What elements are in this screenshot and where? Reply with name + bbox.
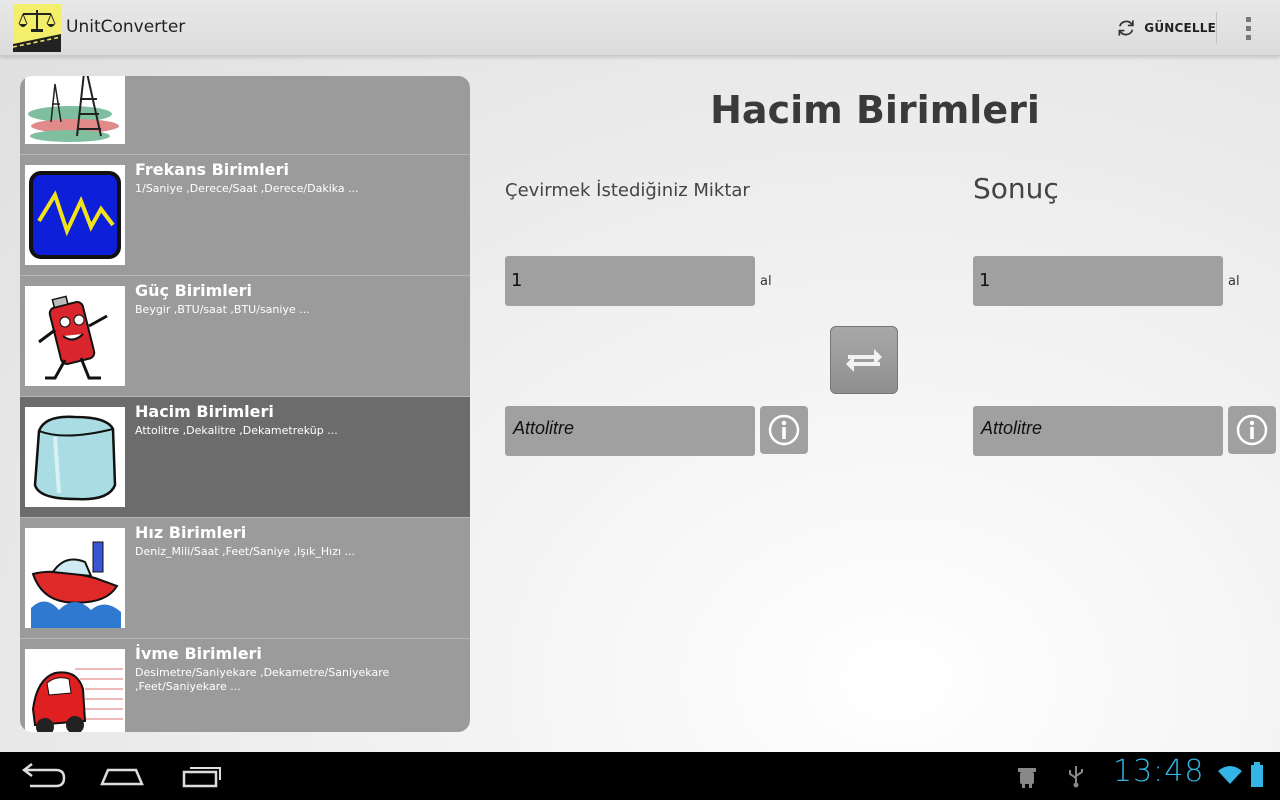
list-item-title: Güç Birimleri <box>135 281 253 300</box>
power-tower-icon <box>25 76 125 144</box>
action-bar-divider <box>1216 12 1217 44</box>
result-field[interactable]: 1 <box>973 256 1223 306</box>
category-list[interactable]: Frekans Birimleri 1/Saniye ,Derece/Saat … <box>20 76 470 732</box>
page-title: Hacim Birimleri <box>710 88 1040 132</box>
list-item-desc: Deniz_Mili/Saat ,Feet/Saniye ,Işık_Hızı … <box>135 545 356 558</box>
to-unit-info-button[interactable] <box>1228 406 1276 454</box>
racing-car-icon <box>25 649 125 732</box>
ice-cube-icon <box>25 407 125 507</box>
list-item-title: İvme Birimleri <box>135 644 262 663</box>
action-bar: UnitConverter GÜNCELLE <box>0 0 1280 56</box>
recent-apps-icon <box>182 767 221 788</box>
list-item-desc: 1/Saniye ,Derece/Saat ,Derece/Dakika ... <box>135 182 359 195</box>
result-label: Sonuç <box>973 172 1059 205</box>
overflow-menu-icon[interactable] <box>1236 14 1260 42</box>
app-title: UnitConverter <box>66 17 186 37</box>
wifi-icon <box>1218 766 1242 784</box>
swap-button[interactable] <box>830 326 898 394</box>
android-debug-icon <box>1018 768 1036 788</box>
usb-icon <box>1069 766 1083 788</box>
list-item-desc: Beygir ,BTU/saat ,BTU/saniye ... <box>135 303 310 316</box>
home-icon <box>100 768 144 786</box>
list-item-desc: Attolitre ,Dekalitre ,Dekametreküp ... <box>135 424 338 437</box>
back-button[interactable] <box>12 760 72 792</box>
swap-arrows-icon <box>846 349 882 372</box>
amount-unit-suffix: al <box>760 274 772 289</box>
update-button[interactable]: GÜNCELLE <box>1106 0 1216 56</box>
list-item-title: Hacim Birimleri <box>135 402 274 421</box>
speedboat-icon <box>25 528 125 628</box>
to-unit-select[interactable]: Attolitre <box>973 406 1223 456</box>
from-unit-info-button[interactable] <box>760 406 808 454</box>
update-button-label: GÜNCELLE <box>1144 21 1216 35</box>
list-item[interactable] <box>20 76 470 155</box>
from-unit-select[interactable]: Attolitre <box>505 406 755 456</box>
list-item[interactable]: Hız Birimleri Deniz_Mili/Saat ,Feet/Sani… <box>20 518 470 639</box>
status-clock: 13:48 <box>1113 754 1205 789</box>
system-nav-bar <box>0 752 1280 800</box>
recent-apps-button[interactable] <box>172 760 232 792</box>
refresh-icon <box>1118 20 1134 36</box>
battery-icon <box>1251 762 1263 787</box>
info-icon <box>1236 414 1268 446</box>
amount-label: Çevirmek İstediğiniz Miktar <box>505 180 750 201</box>
app-logo-icon[interactable] <box>13 4 61 52</box>
battery-character-icon <box>25 286 125 386</box>
list-item-title: Frekans Birimleri <box>135 160 290 179</box>
list-item-title: Hız Birimleri <box>135 523 247 542</box>
info-icon <box>768 414 800 446</box>
amount-input[interactable]: 1 <box>505 256 755 306</box>
list-item[interactable]: Güç Birimleri Beygir ,BTU/saat ,BTU/sani… <box>20 276 470 397</box>
list-item[interactable]: Frekans Birimleri 1/Saniye ,Derece/Saat … <box>20 155 470 276</box>
frequency-wave-icon <box>25 165 125 265</box>
result-unit-suffix: al <box>1228 274 1240 289</box>
back-icon <box>21 763 66 788</box>
list-item[interactable]: İvme Birimleri Desimetre/Saniyekare ,Dek… <box>20 639 470 732</box>
home-button[interactable] <box>92 760 152 792</box>
list-item-selected[interactable]: Hacim Birimleri Attolitre ,Dekalitre ,De… <box>20 397 470 518</box>
list-item-desc: Desimetre/Saniyekare ,Dekametre/Saniyeka… <box>135 666 390 693</box>
